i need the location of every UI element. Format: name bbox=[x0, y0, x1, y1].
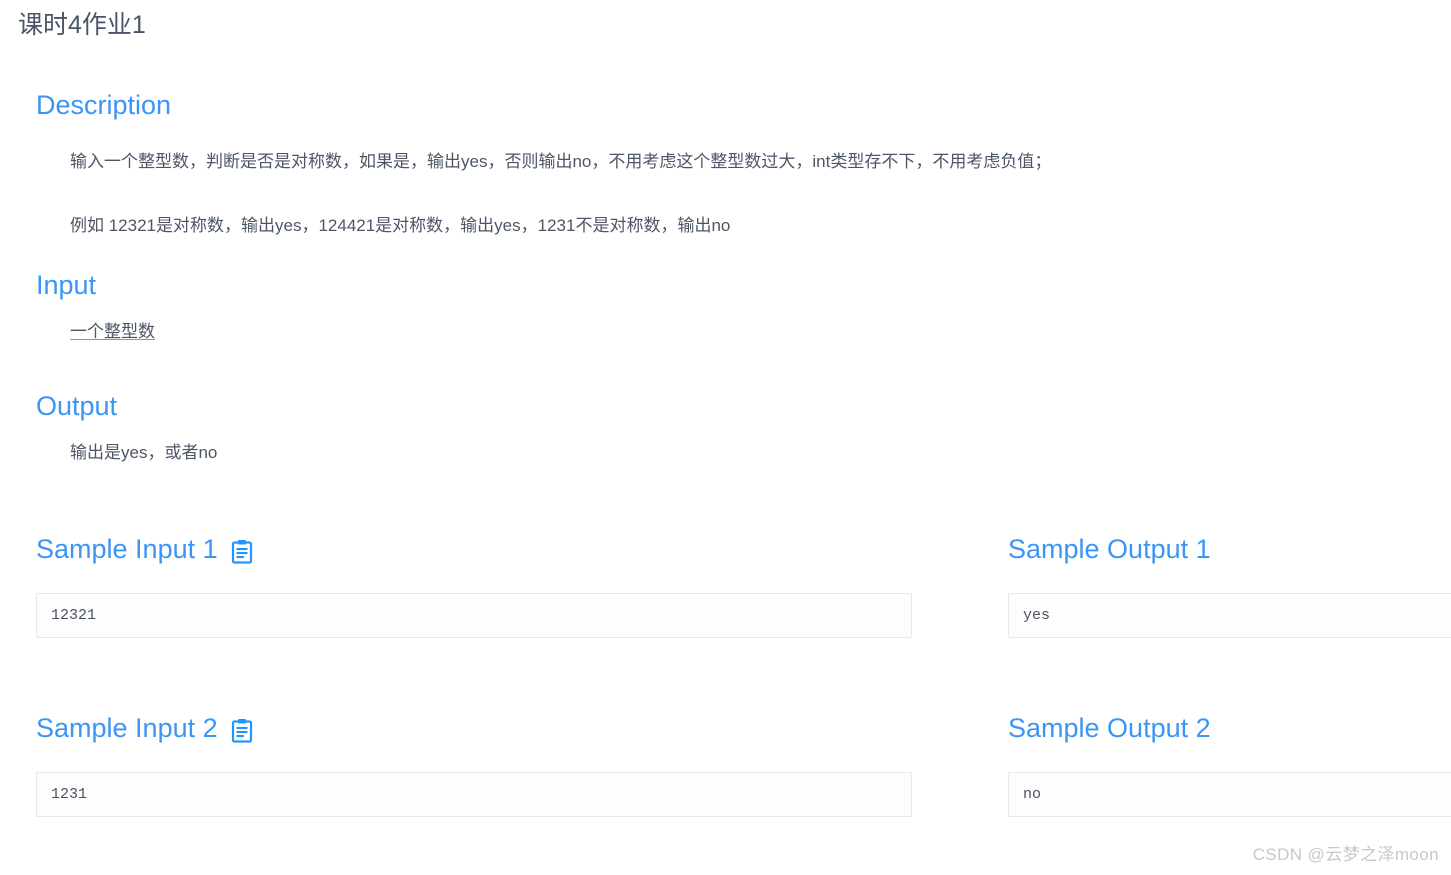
sample-output-1-heading-label: Sample Output 1 bbox=[1008, 534, 1211, 564]
sample-output-1-value: yes bbox=[1023, 606, 1051, 624]
description-paragraph-2: 例如 12321是对称数，输出yes，124421是对称数，输出yes，1231… bbox=[70, 216, 731, 235]
description-paragraph-1: 输入一个整型数，判断是否是对称数，如果是，输出yes，否则输出no，不用考虑这个… bbox=[70, 152, 1052, 171]
sample-input-1-heading: Sample Input 1 bbox=[36, 532, 912, 566]
sample-output-2-block: Sample Output 2 no bbox=[1008, 711, 1451, 817]
sample-output-2-value: no bbox=[1023, 785, 1042, 803]
output-heading-label: Output bbox=[36, 391, 118, 421]
input-heading-label: Input bbox=[36, 270, 97, 300]
clipboard-copy-icon[interactable] bbox=[231, 718, 253, 743]
sample-output-1-box[interactable]: yes bbox=[1008, 593, 1451, 638]
sample-input-2-block: Sample Input 2 1231 bbox=[36, 711, 912, 817]
section-description: Description 输入一个整型数，判断是否是对称数，如果是，输出yes，否… bbox=[36, 88, 1451, 255]
sample-input-1-value: 12321 bbox=[51, 606, 97, 624]
output-heading: Output bbox=[36, 389, 217, 423]
page-title: 课时4作业1 bbox=[18, 11, 146, 39]
clipboard-copy-icon[interactable] bbox=[231, 539, 253, 564]
description-heading-label: Description bbox=[36, 90, 172, 120]
sample-input-2-value: 1231 bbox=[51, 785, 88, 803]
sample-input-1-box[interactable]: 12321 bbox=[36, 593, 912, 638]
sample-output-2-heading-label: Sample Output 2 bbox=[1008, 713, 1211, 743]
description-heading: Description bbox=[36, 88, 1451, 122]
section-input: Input 一个整型数 bbox=[36, 268, 155, 344]
input-description: 一个整型数 bbox=[36, 320, 155, 344]
sample-output-2-box[interactable]: no bbox=[1008, 772, 1451, 817]
sample-input-2-box[interactable]: 1231 bbox=[36, 772, 912, 817]
section-output: Output 输出是yes，或者no bbox=[36, 389, 217, 465]
sample-input-2-heading-label: Sample Input 2 bbox=[36, 713, 218, 743]
sample-output-1-block: Sample Output 1 yes bbox=[1008, 532, 1451, 638]
sample-input-1-heading-label: Sample Input 1 bbox=[36, 534, 218, 564]
input-description-text: 一个整型数 bbox=[70, 322, 155, 341]
sample-input-2-heading: Sample Input 2 bbox=[36, 711, 912, 745]
sample-output-2-heading: Sample Output 2 bbox=[1008, 711, 1451, 745]
csdn-watermark: CSDN @云梦之泽moon bbox=[1252, 845, 1439, 864]
input-heading: Input bbox=[36, 268, 155, 302]
sample-input-1-block: Sample Input 1 12321 bbox=[36, 532, 912, 638]
output-description: 输出是yes，或者no bbox=[70, 443, 218, 462]
sample-output-1-heading: Sample Output 1 bbox=[1008, 532, 1451, 566]
